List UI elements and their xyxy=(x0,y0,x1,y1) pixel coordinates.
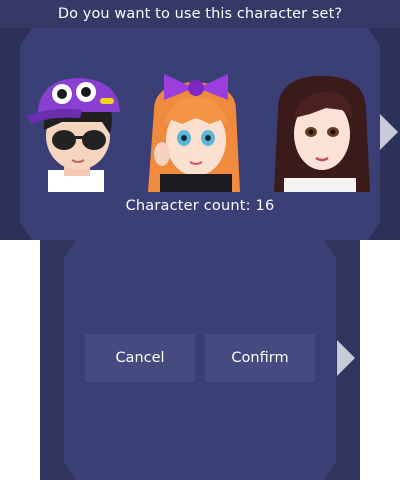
left-side-panel xyxy=(40,240,64,480)
corner-bevel xyxy=(324,462,336,480)
corner-bevel xyxy=(64,240,76,258)
bottom-screen: Cancel Confirm xyxy=(40,240,360,480)
corner-bevel xyxy=(64,462,76,480)
character-count-label: Character count: 16 xyxy=(125,198,275,214)
right-arrow-icon[interactable] xyxy=(380,114,398,150)
corner-bevel xyxy=(368,222,380,240)
right-arrow-icon[interactable] xyxy=(337,340,355,376)
corner-bevel xyxy=(20,222,32,240)
girl-with-purple-bow-icon[interactable] xyxy=(140,70,248,192)
girl-with-dark-hair-icon[interactable] xyxy=(266,70,374,192)
dialog-title: Do you want to use this character set? xyxy=(0,0,400,28)
boy-with-purple-cap-icon[interactable] xyxy=(22,70,130,192)
corner-bevel xyxy=(20,28,32,46)
corner-bevel xyxy=(368,28,380,46)
cancel-button[interactable]: Cancel xyxy=(85,334,195,382)
confirm-button[interactable]: Confirm xyxy=(205,334,315,382)
top-screen: Do you want to use this character set? C… xyxy=(0,0,400,240)
corner-bevel xyxy=(324,240,336,258)
character-portraits xyxy=(22,70,374,192)
